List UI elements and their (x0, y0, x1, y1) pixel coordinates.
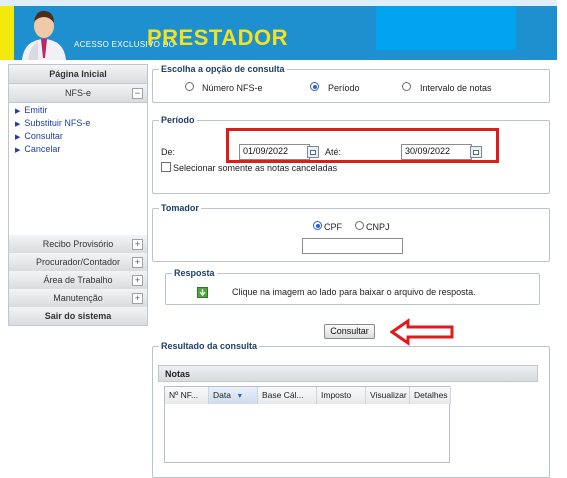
collapse-icon[interactable]: − (132, 88, 143, 99)
sidebar-item-cancelar[interactable]: ▶ Cancelar (15, 144, 60, 154)
tomador-legend: Tomador (159, 203, 201, 213)
radio-cpf[interactable] (313, 221, 322, 230)
sidebar-home[interactable]: Página Inicial (9, 65, 147, 84)
arrow-right-icon: ▶ (15, 108, 21, 115)
sort-down-icon: ▼ (236, 393, 244, 400)
sidebar-item-label: Consultar (24, 131, 63, 141)
radio-intervalo[interactable] (402, 82, 411, 91)
sidebar-group-label: Manutenção (53, 293, 103, 303)
radio-label-periodo: Período (328, 83, 360, 93)
de-label: De: (161, 147, 176, 157)
sidebar-group-label: Recibo Provisório (42, 239, 114, 249)
radio-periodo[interactable] (310, 82, 319, 91)
expand-icon[interactable]: + (132, 257, 143, 268)
expand-icon[interactable]: + (132, 275, 143, 286)
column-header-data[interactable]: Data ▼ (209, 387, 258, 404)
resposta-fieldset: Resposta Clique na imagem ao lado para b… (165, 268, 540, 305)
sidebar-group-label: Procurador/Contador (35, 257, 121, 267)
canceled-only-label: Selecionar somente as notas canceladas (173, 163, 338, 173)
arrow-right-icon: ▶ (15, 134, 21, 141)
sidebar-item-consultar[interactable]: ▶ Consultar (15, 131, 63, 141)
header-accent-bar (0, 6, 14, 60)
radio-numero-nfse[interactable] (185, 82, 194, 91)
column-header-visualizar[interactable]: Visualizar (366, 387, 410, 404)
radio-label-intervalo: Intervalo de notas (420, 83, 492, 93)
arrow-right-icon: ▶ (15, 121, 21, 128)
sidebar-group-manutencao[interactable]: Manutenção + (9, 289, 147, 308)
sidebar-item-emitir[interactable]: ▶ Emitir (15, 105, 47, 115)
sidebar-group-procurador[interactable]: Procurador/Contador + (9, 253, 147, 272)
column-header-detalhes[interactable]: Detalhes (410, 387, 451, 404)
header-info-block (376, 6, 516, 50)
highlight-box (226, 128, 499, 163)
consulta-options-legend: Escolha a opção de consulta (159, 64, 287, 74)
column-header-imposto[interactable]: Imposto (317, 387, 366, 404)
logout-link[interactable]: Sair do sistema (9, 307, 147, 326)
resultado-legend: Resultado da consulta (159, 341, 260, 351)
expand-icon[interactable]: + (132, 293, 143, 304)
sidebar-item-label: Emitir (24, 105, 48, 115)
canceled-only-checkbox[interactable] (161, 162, 171, 172)
header-title: PRESTADOR (147, 25, 288, 50)
radio-label-cnpj: CNPJ (366, 222, 390, 232)
sidebar: Página Inicial NFS-e − ▶ Emitir ▶ Substitu… (8, 64, 148, 326)
column-header-base[interactable]: Base Cál... (258, 387, 317, 404)
notas-panel-title: Notas (158, 365, 538, 382)
arrow-right-icon: ▶ (15, 147, 21, 154)
consulta-options-fieldset: Escolha a opção de consulta Número NFS-e… (152, 64, 550, 103)
sidebar-group-label: Área de Trabalho (43, 275, 113, 285)
notas-grid: Nº NF... Data ▼ Base Cál... Imposto Visu… (164, 386, 451, 463)
consultar-button[interactable]: Consultar (324, 324, 375, 339)
resposta-instructions: Clique na imagem ao lado para baixar o a… (232, 287, 476, 297)
pointer-arrow-icon (389, 318, 456, 346)
tomador-document-input[interactable] (302, 238, 403, 254)
tomador-fieldset: Tomador CPF CNPJ (152, 203, 550, 262)
sidebar-item-label: Cancelar (24, 144, 61, 154)
sidebar-item-label: Substituir NFS-e (24, 118, 91, 128)
user-avatar-icon (14, 6, 72, 60)
periodo-legend: Período (159, 115, 197, 125)
resposta-legend: Resposta (172, 268, 217, 278)
download-arrow-icon[interactable] (197, 287, 208, 298)
radio-label-numero: Número NFS-e (202, 83, 263, 93)
sidebar-item-substituir[interactable]: ▶ Substituir NFS-e (15, 118, 90, 128)
radio-label-cpf: CPF (324, 222, 342, 232)
sidebar-section-nfse[interactable]: NFS-e − (9, 84, 147, 103)
expand-icon[interactable]: + (132, 239, 143, 250)
sidebar-group-area-trabalho[interactable]: Área de Trabalho + (9, 271, 147, 290)
column-header-numero[interactable]: Nº NF... (165, 387, 209, 404)
column-header-label: Data (213, 390, 231, 400)
sidebar-section-label: NFS-e (64, 88, 91, 98)
radio-cnpj[interactable] (355, 221, 364, 230)
sidebar-group-recibo[interactable]: Recibo Provisório + (9, 235, 147, 254)
